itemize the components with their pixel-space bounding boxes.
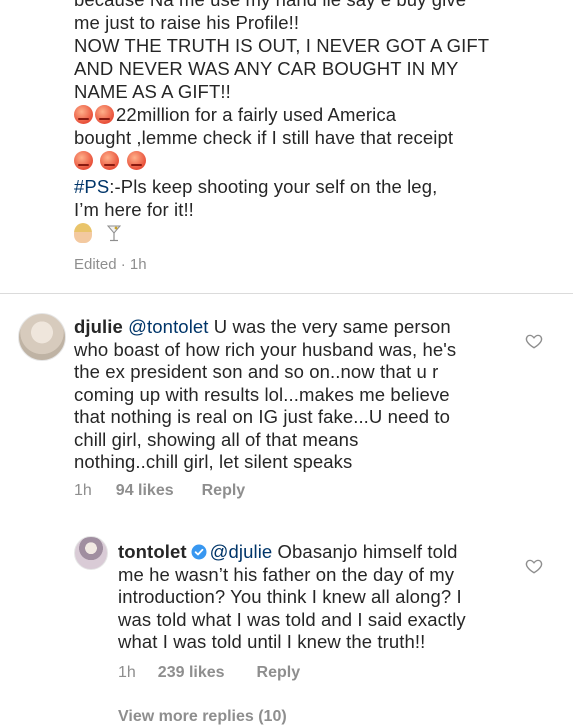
caption-text: 22million for a fairly used America (116, 104, 397, 125)
angry-face-emoji-icon (126, 151, 146, 170)
comment-line: introduction? You think I knew all along… (118, 586, 462, 607)
comment-line: nothing..chill girl, let silent speaks (74, 451, 353, 472)
caption-line: NAME AS A GIFT!! (74, 81, 231, 102)
comment-line: me he wasn’t his father on the day of my (118, 563, 455, 585)
mention-link[interactable]: @tontolet (128, 316, 208, 337)
comment-djulie: djulie @tontolet U was the very same per… (74, 316, 534, 474)
comment-meta: 1h 94 likes Reply (74, 482, 245, 500)
comment-line: tontolet @djulie Obasanjo himself told (118, 541, 538, 564)
caption-emoji-row (74, 221, 544, 247)
likes-count-link[interactable]: 239 likes (158, 664, 225, 682)
woman-emoji-icon (74, 223, 92, 243)
heart-outline-icon[interactable] (525, 332, 543, 350)
hashtag-link[interactable]: #PS (74, 176, 109, 197)
likes-count-link[interactable]: 94 likes (116, 482, 174, 500)
comment-line: what I was told until I knew the truth!! (118, 631, 426, 652)
caption-line: bought ,lemme check if I still have that… (74, 127, 454, 148)
caption-emoji-row (74, 149, 544, 175)
comment-line: who boast of how rich your husband was, … (74, 338, 457, 360)
comment-line: the ex president son and so on..now that… (74, 361, 439, 382)
comment-line: was told what I was told and I said exac… (118, 608, 466, 630)
avatar[interactable] (18, 313, 66, 361)
reply-tontolet: tontolet @djulie Obasanjo himself told me… (118, 541, 538, 654)
view-more-replies-button[interactable]: View more replies (10) (118, 708, 287, 726)
caption-line: I’m here for it!! (74, 199, 194, 220)
avatar[interactable] (74, 536, 108, 570)
angry-face-emoji-icon (95, 105, 114, 124)
edited-timestamp: Edited · 1h (74, 256, 147, 273)
angry-face-emoji-icon (74, 151, 93, 170)
angry-face-emoji-icon (74, 105, 93, 124)
divider (0, 293, 573, 294)
mention-link[interactable]: @djulie (210, 541, 273, 562)
comment-line: chill girl, showing all of that means (74, 428, 359, 450)
comment-line: that nothing is real on IG just fake...U… (74, 406, 451, 427)
reply-button[interactable]: Reply (202, 482, 246, 500)
post-caption: because Na me use my hand lie say e buy … (74, 0, 544, 247)
comment-line: djulie @tontolet U was the very same per… (74, 316, 534, 339)
reply-meta: 1h 239 likes Reply (118, 664, 300, 682)
caption-text: :-Pls keep shooting your self on the leg… (109, 176, 438, 197)
comment-time: 1h (74, 482, 92, 499)
cocktail-glass-emoji-icon (107, 225, 122, 242)
verified-badge-icon (191, 544, 207, 560)
caption-line: #PS:-Pls keep shooting your self on the … (74, 175, 544, 198)
heart-outline-icon[interactable] (525, 557, 543, 575)
username-link[interactable]: tontolet (118, 541, 187, 562)
username-link[interactable]: djulie (74, 316, 123, 337)
caption-line: NOW THE TRUTH IS OUT, I NEVER GOT A GIFT (74, 35, 490, 56)
angry-face-emoji-icon (100, 151, 120, 170)
reply-button[interactable]: Reply (257, 664, 301, 682)
caption-line: AND NEVER WAS ANY CAR BOUGHT IN MY (74, 58, 459, 79)
comment-text: Obasanjo himself told (272, 541, 458, 562)
comment-text: U was the very same person (208, 316, 451, 337)
caption-line: 22million for a fairly used America (74, 103, 544, 126)
caption-line: me just to raise his Profile!! (74, 12, 300, 33)
comment-time: 1h (118, 664, 136, 681)
comment-line: coming up with results lol...makes me be… (74, 383, 450, 405)
caption-line: because Na me use my hand lie say e buy … (74, 0, 544, 11)
